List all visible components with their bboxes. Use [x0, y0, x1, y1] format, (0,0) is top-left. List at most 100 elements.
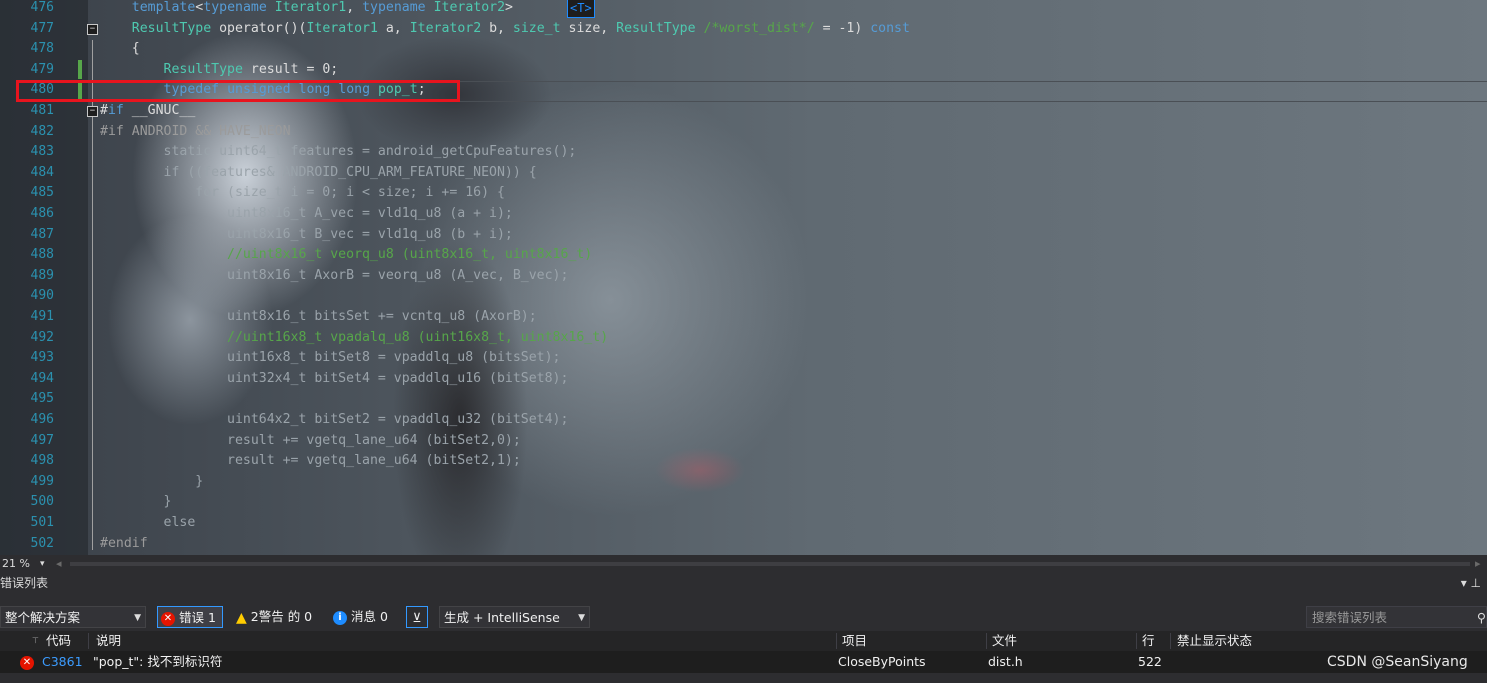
- error-description: "pop_t": 找不到标识符: [93, 654, 223, 669]
- column-project[interactable]: 项目: [842, 631, 867, 651]
- messages-count-label: 消息 0: [350, 609, 388, 624]
- code-line[interactable]: uint16x8_t bitSet8 = vpaddlq_u8 (bitsSet…: [100, 348, 560, 369]
- chevron-down-icon[interactable]: ▾: [40, 555, 45, 573]
- code-line[interactable]: #if __GNUC__: [100, 101, 195, 122]
- code-line[interactable]: uint32x4_t bitSet4 = vpaddlq_u16 (bitSet…: [100, 369, 568, 390]
- sort-icon[interactable]: ⊤: [32, 631, 39, 651]
- panel-title-bar: 错误列表 ▾ ⊥: [0, 573, 1487, 593]
- code-line[interactable]: if ((features& ANDROID_CPU_ARM_FEATURE_N…: [100, 163, 537, 184]
- line-number: 500: [30, 494, 54, 510]
- error-icon: ✕: [20, 651, 34, 673]
- column-divider[interactable]: [88, 633, 89, 649]
- column-divider[interactable]: [986, 633, 987, 649]
- messages-filter-button[interactable]: i 消息 0: [333, 606, 395, 628]
- scroll-right-icon[interactable]: ▸: [1475, 555, 1481, 573]
- code-line[interactable]: result += vgetq_lane_u64 (bitSet2,0);: [100, 431, 521, 452]
- filter-icon[interactable]: ⊻: [406, 606, 428, 628]
- code-line[interactable]: uint8x16_t AxorB = veorq_u8 (A_vec, B_ve…: [100, 266, 568, 287]
- code-editor[interactable]: 476 template<typename Iterator1, typenam…: [0, 0, 1487, 555]
- code-line[interactable]: #endif: [100, 534, 148, 555]
- code-line[interactable]: ResultType result = 0;: [100, 60, 339, 81]
- horizontal-scrollbar[interactable]: [70, 562, 1470, 566]
- line-number: 499: [30, 473, 54, 489]
- line-number: 502: [30, 535, 54, 551]
- line-number: 483: [30, 144, 54, 160]
- search-icon[interactable]: ⚲: [1477, 607, 1486, 629]
- error-list-panel: 错误列表 ▾ ⊥ 整个解决方案 ▼ ✕ 错误 1 ▲ 2警告 的 0 i 消息 …: [0, 573, 1487, 683]
- chevron-down-icon: ▼: [134, 613, 141, 623]
- code-line[interactable]: result += vgetq_lane_u64 (bitSet2,1);: [100, 451, 521, 472]
- pin-icon[interactable]: ▾ ⊥: [1461, 573, 1481, 593]
- warnings-count-label: 2警告 的 0: [250, 609, 313, 624]
- scope-dropdown[interactable]: 整个解决方案 ▼: [0, 606, 146, 628]
- code-line[interactable]: uint8x16_t bitsSet += vcntq_u8 (AxorB);: [100, 307, 537, 328]
- warning-icon: ▲: [236, 609, 247, 626]
- line-number: 497: [30, 432, 54, 448]
- highlight-annotation-box: [16, 80, 460, 102]
- column-file[interactable]: 文件: [992, 631, 1017, 651]
- column-description[interactable]: 说明: [96, 631, 121, 651]
- watermark: CSDN @SeanSiyang: [1327, 654, 1468, 670]
- search-error-list-input[interactable]: 搜索错误列表 ⚲: [1306, 606, 1487, 628]
- table-row[interactable]: ✕ C3861 "pop_t": 找不到标识符 CloseByPoints di…: [0, 651, 1487, 673]
- code-line[interactable]: ResultType operator()(Iterator1 a, Itera…: [100, 19, 910, 40]
- line-number: 496: [30, 412, 54, 427]
- code-line[interactable]: #if ANDROID && HAVE_NEON: [100, 122, 291, 143]
- template-hint-badge[interactable]: <T>: [567, 0, 595, 18]
- line-number: 478: [30, 41, 54, 57]
- column-line[interactable]: 行: [1142, 631, 1155, 651]
- line-number: 493: [30, 350, 54, 366]
- line-number: 481: [30, 103, 54, 118]
- error-list-toolbar: 整个解决方案 ▼ ✕ 错误 1 ▲ 2警告 的 0 i 消息 0 ⊻ 生成 + …: [0, 603, 1487, 631]
- column-code[interactable]: 代码: [46, 631, 71, 651]
- line-number: 492: [30, 329, 54, 345]
- code-line[interactable]: }: [100, 492, 172, 513]
- info-icon: i: [333, 610, 347, 625]
- column-suppression-state[interactable]: 禁止显示状态: [1177, 631, 1252, 651]
- error-file: dist.h: [988, 654, 1023, 669]
- zoom-bar: 21 % ▾ ◂ ▸: [0, 555, 1487, 573]
- line-number: 476: [30, 0, 54, 15]
- line-number: 491: [30, 309, 54, 324]
- scope-label: 整个解决方案: [5, 610, 81, 625]
- source-dropdown[interactable]: 生成 + IntelliSense ▼: [439, 606, 590, 628]
- code-line[interactable]: static uint64_t features = android_getCp…: [100, 142, 577, 163]
- code-line[interactable]: {: [100, 39, 140, 60]
- code-line[interactable]: for (size_t i = 0; i < size; i += 16) {: [100, 183, 505, 204]
- errors-count-label: 错误 1: [178, 610, 216, 625]
- code-line[interactable]: //uint16x8_t vpadalq_u8 (uint16x8_t, uin…: [100, 328, 608, 349]
- column-divider[interactable]: [836, 633, 837, 649]
- line-number: 487: [30, 226, 54, 242]
- source-label: 生成 + IntelliSense: [444, 610, 560, 625]
- line-number: 485: [30, 185, 54, 201]
- line-number: 494: [30, 370, 54, 386]
- code-line[interactable]: }: [100, 472, 203, 493]
- line-number: 495: [30, 391, 54, 407]
- code-line[interactable]: uint8x16_t A_vec = vld1q_u8 (a + i);: [100, 204, 513, 225]
- code-line[interactable]: //uint8x16_t veorq_u8 (uint8x16_t, uint8…: [100, 245, 592, 266]
- line-number: 488: [30, 247, 54, 263]
- column-divider[interactable]: [1136, 633, 1137, 649]
- code-line[interactable]: template<typename Iterator1, typename It…: [100, 0, 529, 19]
- column-divider[interactable]: [1170, 633, 1171, 649]
- error-list-header: ⊤ 代码 说明 项目 文件 行 禁止显示状态: [0, 631, 1487, 651]
- line-number: 482: [30, 123, 54, 139]
- errors-filter-button[interactable]: ✕ 错误 1: [157, 606, 223, 628]
- error-line: 522: [1138, 654, 1162, 669]
- line-number: 477: [30, 20, 54, 36]
- search-placeholder: 搜索错误列表: [1312, 610, 1388, 625]
- zoom-level[interactable]: 21 %: [2, 555, 30, 573]
- warnings-filter-button[interactable]: ▲ 2警告 的 0: [236, 606, 320, 628]
- code-line[interactable]: uint64x2_t bitSet2 = vpaddlq_u32 (bitSet…: [100, 410, 568, 431]
- error-project: CloseByPoints: [838, 654, 926, 669]
- code-line[interactable]: else: [100, 513, 196, 534]
- collapse-icon[interactable]: −: [87, 24, 98, 35]
- scroll-left-icon[interactable]: ◂: [56, 555, 62, 573]
- line-number: 501: [30, 515, 54, 530]
- code-line[interactable]: uint8x16_t B_vec = vld1q_u8 (b + i);: [100, 225, 513, 246]
- line-number: 498: [30, 453, 54, 469]
- line-number: 489: [30, 267, 54, 283]
- collapse-icon[interactable]: −: [87, 106, 98, 117]
- error-code-link[interactable]: C3861: [42, 651, 83, 673]
- chevron-down-icon: ▼: [578, 613, 585, 623]
